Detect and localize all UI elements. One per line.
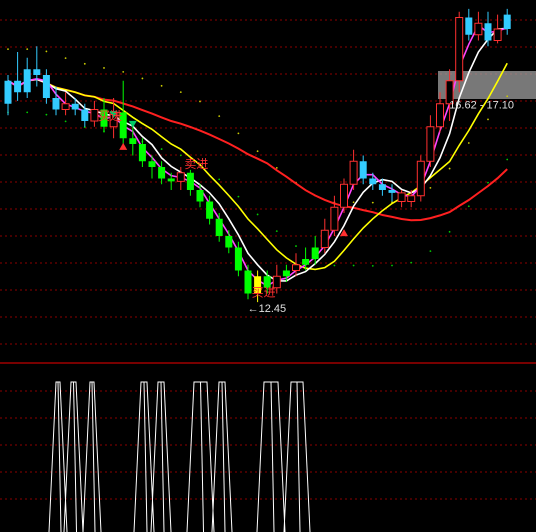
signal-label: 买进 xyxy=(252,285,276,299)
band-dot xyxy=(371,265,374,267)
candle-body xyxy=(33,69,41,75)
band-dot xyxy=(199,100,201,103)
candle-body xyxy=(206,201,214,219)
band-dot xyxy=(429,250,432,252)
candle-body xyxy=(81,109,89,121)
band-dot xyxy=(45,113,48,116)
price-label: 16.62 - 17.10 xyxy=(449,99,514,111)
candle-body xyxy=(302,259,310,265)
candle-body xyxy=(340,183,348,208)
candle-body xyxy=(349,160,358,185)
band-dot xyxy=(237,195,240,198)
band-dot xyxy=(45,50,48,53)
candle-body xyxy=(61,103,70,110)
candle-body xyxy=(14,80,22,93)
candle-body xyxy=(416,160,425,197)
band-dot xyxy=(256,213,259,216)
band-dot xyxy=(218,115,221,118)
band-dot xyxy=(429,186,432,189)
candle-body xyxy=(465,17,473,35)
candle-body xyxy=(493,28,502,41)
band-dot xyxy=(333,264,336,267)
band-dot xyxy=(179,91,182,93)
band-dot xyxy=(141,77,144,80)
candle-body xyxy=(359,161,367,179)
band-dot xyxy=(160,84,163,87)
candle-body xyxy=(4,80,12,104)
band-dot xyxy=(506,158,509,161)
band-dot xyxy=(295,245,297,247)
candle-body xyxy=(474,22,483,36)
candle-body xyxy=(176,172,185,182)
candle-body xyxy=(234,247,242,271)
candle-body xyxy=(503,14,511,29)
band-dot xyxy=(487,181,489,184)
band-dot xyxy=(467,142,470,144)
band-dot xyxy=(237,132,240,135)
candle-body xyxy=(225,236,233,248)
candle-body xyxy=(186,172,194,190)
candle-body xyxy=(330,206,339,231)
band-dot xyxy=(64,120,67,123)
candle-body xyxy=(292,264,300,271)
band-dot xyxy=(103,67,105,69)
candle-body xyxy=(23,69,31,93)
candle-body xyxy=(484,23,492,41)
candle-body xyxy=(378,184,386,190)
candle-body xyxy=(244,270,252,294)
band-dot xyxy=(391,264,393,267)
band-dot xyxy=(83,62,86,65)
candle-body xyxy=(148,161,156,167)
signal-label: 卖进 xyxy=(184,157,208,171)
band-dot xyxy=(26,111,29,114)
band-dot xyxy=(7,48,9,51)
band-dot xyxy=(179,154,182,157)
band-dot xyxy=(410,261,413,264)
band-dot xyxy=(218,178,221,181)
candle-body xyxy=(71,103,79,110)
band-dot xyxy=(122,71,125,73)
candle-body xyxy=(320,229,329,248)
band-dot xyxy=(352,201,355,204)
candle-body xyxy=(42,75,50,98)
candle-body xyxy=(138,144,146,162)
band-dot xyxy=(467,205,470,208)
candle-body xyxy=(167,178,175,182)
band-dot xyxy=(275,230,278,233)
candle-body xyxy=(52,98,60,110)
band-dot xyxy=(371,201,374,204)
candle-body xyxy=(397,192,406,202)
candle-body xyxy=(388,190,396,193)
candle-body xyxy=(129,138,137,144)
band-dot xyxy=(448,167,451,170)
candlestick-chart: 买进卖进买进←12.4516.62 - 17.10 xyxy=(0,0,536,532)
candle-body xyxy=(282,270,290,277)
candle-body xyxy=(407,195,416,202)
band-dot xyxy=(256,150,259,153)
candle-body xyxy=(90,109,99,122)
candle-body xyxy=(158,167,166,179)
signal-label: 买进 xyxy=(98,109,122,123)
candle-body xyxy=(196,190,204,202)
candle-body xyxy=(311,247,319,259)
band-dot xyxy=(64,57,67,60)
band-dot xyxy=(487,118,489,121)
band-dot xyxy=(26,48,29,51)
band-dot xyxy=(448,230,451,233)
band-dot xyxy=(275,166,278,169)
band-dot xyxy=(160,148,163,150)
candle-body xyxy=(426,126,435,162)
candle-body xyxy=(455,17,464,82)
candle-body xyxy=(436,103,444,128)
band-dot xyxy=(506,95,509,98)
candle-body xyxy=(215,218,223,236)
candle-body xyxy=(369,178,377,185)
band-dot xyxy=(352,264,355,267)
price-label: ←12.45 xyxy=(248,303,287,315)
